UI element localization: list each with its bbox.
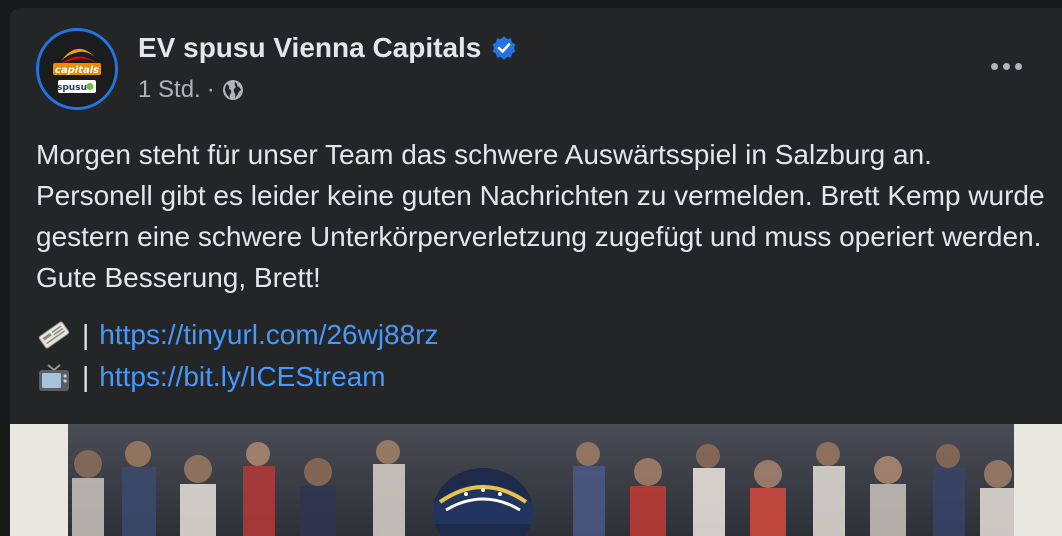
- hockey-photo-image: [68, 424, 1014, 536]
- link-separator: |: [82, 361, 90, 392]
- more-options-button[interactable]: [986, 56, 1026, 76]
- post-text: Morgen steht für unser Team das schwere …: [36, 139, 1045, 293]
- capitals-logo: capitals spusu: [39, 31, 115, 107]
- article-link[interactable]: https://tinyurl.com/26wj88rz: [99, 314, 438, 356]
- post-media[interactable]: [10, 424, 1062, 536]
- more-dot-icon: [1002, 62, 1010, 70]
- globe-icon[interactable]: [221, 78, 245, 102]
- verified-badge-icon: [492, 36, 516, 60]
- sponsor-text: spusu: [57, 83, 87, 93]
- meta-separator: ·: [206, 76, 215, 103]
- television-icon: [39, 364, 69, 391]
- post-card: capitals spusu EV spusu Vienna Capitals …: [10, 8, 1062, 536]
- logo-text: capitals: [55, 65, 99, 76]
- stream-link[interactable]: https://bit.ly/ICEStream: [99, 356, 385, 398]
- link-separator: |: [82, 319, 90, 350]
- post-meta: 1 Std. ·: [138, 76, 245, 104]
- page-avatar[interactable]: capitals spusu: [36, 28, 118, 110]
- newspaper-icon: [38, 321, 70, 349]
- page-name-row: EV spusu Vienna Capitals: [138, 32, 517, 64]
- page-name-link[interactable]: EV spusu Vienna Capitals: [138, 32, 481, 64]
- post-timestamp[interactable]: 1 Std.: [138, 76, 201, 104]
- more-dot-icon: [990, 62, 998, 70]
- link-row-article: | https://tinyurl.com/26wj88rz: [36, 314, 439, 356]
- link-row-stream: | https://bit.ly/ICEStream: [36, 356, 439, 398]
- post-links: | https://tinyurl.com/26wj88rz | https:/…: [36, 314, 439, 398]
- more-dot-icon: [1014, 62, 1022, 70]
- post-photo[interactable]: [68, 424, 1014, 536]
